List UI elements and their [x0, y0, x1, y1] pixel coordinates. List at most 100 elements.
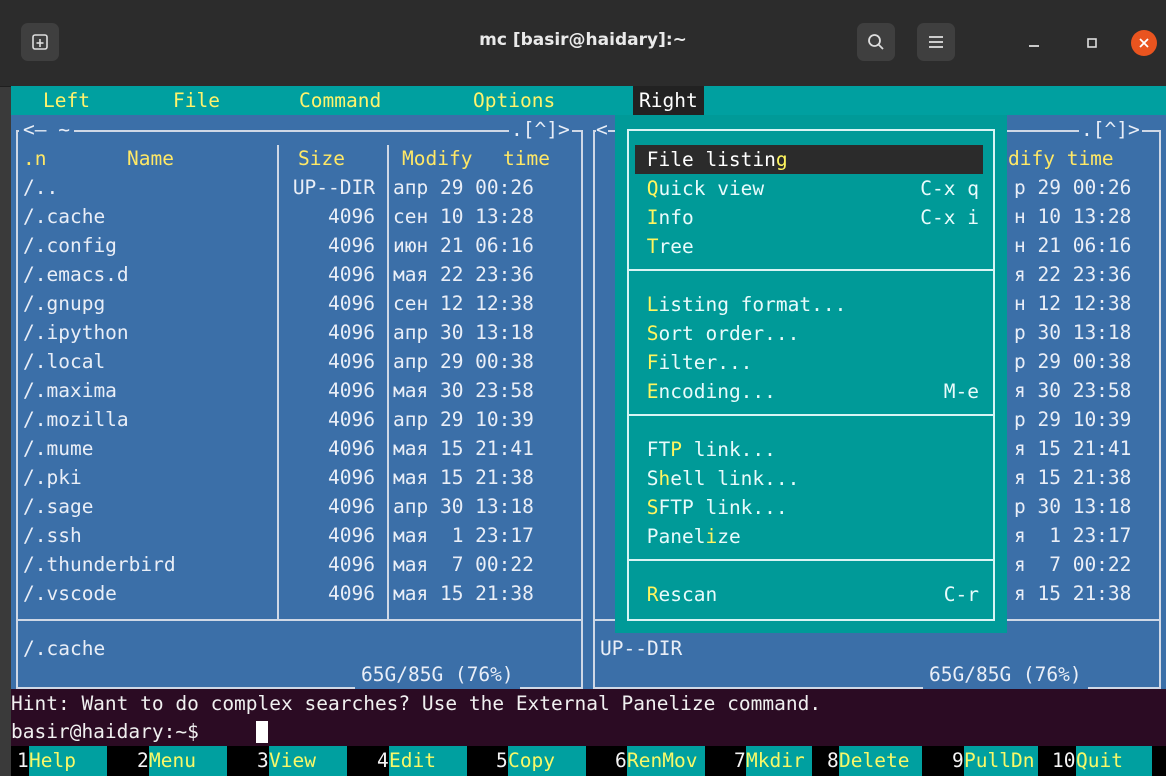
- file-name: /.emacs.d: [23, 263, 129, 286]
- shell-prompt[interactable]: basir@haidary:~$: [11, 717, 211, 746]
- menu-item-tree[interactable]: Tree: [635, 232, 983, 261]
- file-date: р 29 10:39: [1014, 408, 1132, 431]
- right-menu-dropdown: File listing Quick view C-x q Info C-x i T…: [615, 115, 1007, 633]
- table-row[interactable]: /.gnupg 4096 сен 12 12:38: [11, 289, 588, 318]
- table-row[interactable]: /.sage 4096 апр 30 13:18: [11, 492, 588, 521]
- file-date: мая 22 23:36: [393, 263, 534, 286]
- menu-left[interactable]: Left: [43, 86, 90, 115]
- table-row[interactable]: /.ssh 4096 мая 1 23:17: [11, 521, 588, 550]
- menu-item-encoding[interactable]: Encoding... M-e: [635, 377, 983, 406]
- fkey-number: 9: [952, 749, 964, 772]
- fkey-pulldn[interactable]: PullDn: [964, 746, 1038, 776]
- search-button[interactable]: [857, 23, 895, 61]
- right-status-line: UP--DIR: [600, 637, 683, 660]
- file-name: /.sage: [23, 495, 94, 518]
- fkey-edit[interactable]: Edit: [389, 746, 467, 776]
- menu-button[interactable]: [917, 23, 955, 61]
- table-row[interactable]: /.mume 4096 мая 15 21:41: [11, 434, 588, 463]
- close-button[interactable]: [1131, 30, 1157, 56]
- file-date: мая 1 23:17: [393, 524, 534, 547]
- fkey-menu[interactable]: Menu: [149, 746, 227, 776]
- minimize-button[interactable]: [1021, 30, 1047, 56]
- file-date: я 15 21:38: [1014, 582, 1132, 605]
- fkey-number: 2: [137, 749, 149, 772]
- file-name: /.ssh: [23, 524, 82, 547]
- column-size[interactable]: Size: [298, 144, 345, 173]
- table-row[interactable]: /.. UP--DIR апр 29 00:26: [11, 173, 588, 202]
- maximize-button[interactable]: [1079, 30, 1105, 56]
- file-name: /.config: [23, 234, 117, 257]
- fkey-renmov[interactable]: RenMov: [627, 746, 705, 776]
- menu-options[interactable]: Options: [473, 86, 555, 115]
- fkey-copy[interactable]: Copy: [508, 746, 586, 776]
- menu-item-rescan[interactable]: Rescan C-r: [635, 580, 983, 609]
- table-row[interactable]: /.ipython 4096 апр 30 13:18: [11, 318, 588, 347]
- fkey-delete[interactable]: Delete: [839, 746, 922, 776]
- file-date: мая 30 23:58: [393, 379, 534, 402]
- file-size: 4096: [328, 350, 375, 373]
- right-panel-history-button[interactable]: .[^]>: [1079, 115, 1142, 144]
- file-date: сен 12 12:38: [393, 292, 534, 315]
- table-row[interactable]: /.local 4096 апр 29 00:38: [11, 347, 588, 376]
- file-size: 4096: [328, 263, 375, 286]
- table-row[interactable]: /.vscode 4096 мая 15 21:38: [11, 579, 588, 608]
- fkey-number: 5: [496, 749, 508, 772]
- function-key-bar: 1 Help 2 Menu 3 View 4 Edit 5 Copy 6 RenMov 7 Mkdir 8 D…: [11, 746, 1166, 776]
- column-name[interactable]: Name: [127, 144, 174, 173]
- column-modify[interactable]: Modify: [402, 144, 472, 173]
- table-row[interactable]: /.maxima 4096 мая 30 23:58: [11, 376, 588, 405]
- table-row[interactable]: /.emacs.d 4096 мая 22 23:36: [11, 260, 588, 289]
- fkey-quit[interactable]: Quit: [1076, 746, 1152, 776]
- menu-separator: [627, 269, 995, 271]
- menu-item-filter[interactable]: Filter...: [635, 348, 983, 377]
- left-panel[interactable]: <— ~ .[^]> .n Name Size Modify time /.. U…: [11, 115, 588, 689]
- hint-area: Hint: Want to do complex searches? Use t…: [11, 689, 1166, 746]
- file-date: апр 29 00:38: [393, 350, 534, 373]
- table-row[interactable]: /.cache 4096 сен 10 13:28: [11, 202, 588, 231]
- terminal-window: mc [basir@haidary]:~ Left File Command O…: [0, 0, 1166, 776]
- menu-item-file-listing[interactable]: File listing: [635, 145, 983, 174]
- fkey-mkdir[interactable]: Mkdir: [746, 746, 812, 776]
- table-row[interactable]: /.thunderbird 4096 мая 7 00:22: [11, 550, 588, 579]
- mc-menubar: Left File Command Options Right: [11, 86, 1166, 115]
- menu-item-sort-order[interactable]: Sort order...: [635, 319, 983, 348]
- cursor: [256, 721, 268, 743]
- table-row[interactable]: /.pki 4096 мая 15 21:38: [11, 463, 588, 492]
- file-date: р 29 00:26: [1014, 176, 1132, 199]
- sort-indicator[interactable]: .n: [23, 144, 46, 173]
- right-panel-path[interactable]: <: [596, 115, 608, 144]
- column-time[interactable]: time: [503, 144, 550, 173]
- menu-item-quick-view[interactable]: Quick view C-x q: [635, 174, 983, 203]
- terminal-area[interactable]: Left File Command Options Right <— ~ .[^…: [11, 86, 1166, 776]
- fkey-number: 1: [17, 749, 29, 772]
- menu-file[interactable]: File: [173, 86, 220, 115]
- fkey-number: 3: [257, 749, 269, 772]
- file-size: 4096: [328, 321, 375, 344]
- file-date: я 1 23:17: [1014, 524, 1132, 547]
- menu-item-info[interactable]: Info C-x i: [635, 203, 983, 232]
- file-date: апр 29 00:26: [393, 176, 534, 199]
- fkey-help[interactable]: Help: [29, 746, 107, 776]
- menu-command[interactable]: Command: [299, 86, 381, 115]
- file-size: 4096: [328, 408, 375, 431]
- menu-right[interactable]: Right: [633, 86, 704, 115]
- left-panel-path[interactable]: <— ~: [19, 115, 74, 144]
- file-date: я 7 00:22: [1014, 553, 1132, 576]
- menu-item-listing-format[interactable]: Listing format...: [635, 290, 983, 319]
- file-date: н 12 12:38: [1014, 292, 1132, 315]
- file-name: /.pki: [23, 466, 82, 489]
- right-column-header[interactable]: dify time: [1008, 144, 1114, 173]
- file-date: р 29 00:38: [1014, 350, 1132, 373]
- table-row[interactable]: /.mozilla 4096 апр 29 10:39: [11, 405, 588, 434]
- menu-item-panelize[interactable]: Panelize: [635, 522, 983, 551]
- left-panel-history-button[interactable]: .[^]>: [509, 115, 572, 144]
- menu-item-ftp-link[interactable]: FTP link...: [635, 435, 983, 464]
- table-row[interactable]: /.config 4096 июн 21 06:16: [11, 231, 588, 260]
- file-date: я 22 23:36: [1014, 263, 1132, 286]
- file-name: /..: [23, 176, 59, 199]
- file-size: 4096: [328, 234, 375, 257]
- file-date: мая 7 00:22: [393, 553, 534, 576]
- menu-item-shell-link[interactable]: Shell link...: [635, 464, 983, 493]
- fkey-view[interactable]: View: [269, 746, 347, 776]
- menu-item-sftp-link[interactable]: SFTP link...: [635, 493, 983, 522]
